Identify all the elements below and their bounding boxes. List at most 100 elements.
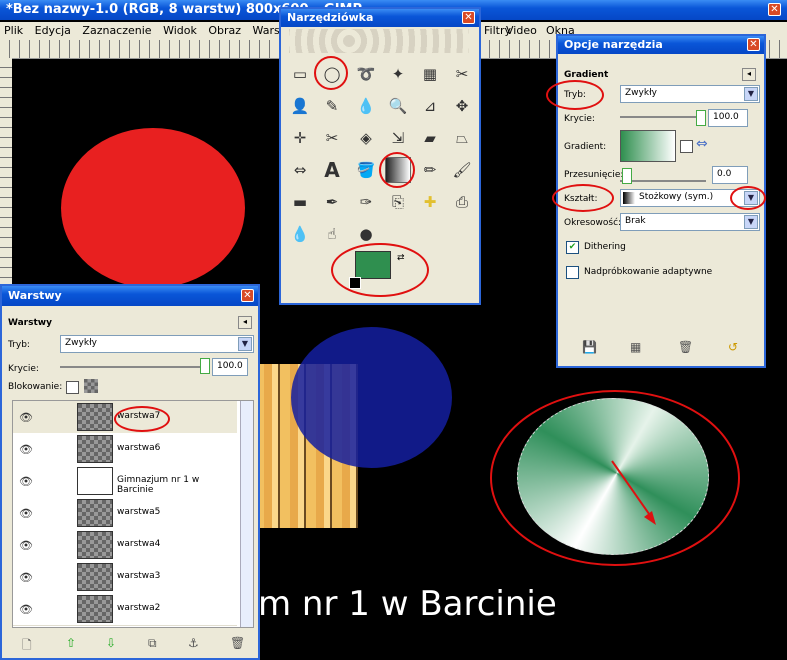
eye-icon[interactable]: 👁 <box>19 443 33 456</box>
offset-slider[interactable] <box>620 180 706 182</box>
rect-select-icon[interactable]: ▭ <box>287 61 313 87</box>
ink-icon[interactable]: ✑ <box>353 189 379 215</box>
delete-layer-icon[interactable]: 🗑 <box>230 636 245 650</box>
eye-icon[interactable]: 👁 <box>19 507 33 520</box>
text-tool-icon[interactable]: A <box>319 157 345 183</box>
highlight-gradient-tool <box>379 152 415 188</box>
eye-icon[interactable]: 👁 <box>19 571 33 584</box>
close-icon[interactable]: ✕ <box>462 11 475 24</box>
eraser-icon[interactable]: ▬ <box>287 189 313 215</box>
layer-thumbnail <box>77 499 113 527</box>
menu-obraz[interactable]: Obraz <box>204 22 245 39</box>
repeat-select[interactable]: Brak ▼ <box>620 213 760 231</box>
perspective-clone-icon[interactable]: ⎙ <box>449 189 475 215</box>
toolbox-title-bar: Narzędziówka ✕ <box>281 9 479 27</box>
foreground-select-icon[interactable]: 👤 <box>287 93 313 119</box>
paintbrush-icon[interactable]: 🖌 <box>449 157 475 183</box>
align-icon[interactable]: ✛ <box>287 125 313 151</box>
layer-row[interactable]: 👁 warstwa3 <box>13 561 237 594</box>
chevron-down-icon[interactable]: ▼ <box>744 87 758 101</box>
layers-menu-icon[interactable]: ◂ <box>238 316 252 329</box>
duplicate-layer-icon[interactable]: ⧉ <box>148 636 157 651</box>
restore-options-icon[interactable]: ▦ <box>630 340 641 354</box>
layer-row[interactable]: 👁 warstwa2 <box>13 593 237 626</box>
layers-opacity-handle[interactable] <box>200 358 210 374</box>
flip-icon[interactable]: ⇔ <box>287 157 313 183</box>
blur-icon[interactable]: 💧 <box>287 221 313 247</box>
highlight-shape-dropdown <box>730 186 766 210</box>
menu-plik[interactable]: Plik <box>0 22 27 39</box>
chevron-down-icon[interactable]: ▼ <box>744 215 758 229</box>
eye-icon[interactable]: 👁 <box>19 411 33 424</box>
menu-zaznaczenie[interactable]: Zaznaczenie <box>78 22 155 39</box>
offset-slider-handle[interactable] <box>622 168 632 184</box>
menu-video[interactable]: Video <box>502 22 541 39</box>
scissors-icon[interactable]: ✂ <box>449 61 475 87</box>
fuzzy-select-icon[interactable]: ✦ <box>385 61 411 87</box>
dithering-label: Dithering <box>584 242 626 252</box>
measure-icon[interactable]: ⊿ <box>417 93 443 119</box>
heal-icon[interactable]: ✚ <box>417 189 443 215</box>
offset-input[interactable]: 0.0 <box>712 166 748 184</box>
dithering-checkbox[interactable]: ✔ <box>566 241 579 254</box>
layers-opacity-input[interactable]: 100.0 <box>212 358 248 376</box>
lower-layer-icon[interactable]: ⇩ <box>106 636 116 650</box>
zoom-icon[interactable]: 🔍 <box>385 93 411 119</box>
close-icon[interactable]: ✕ <box>768 3 781 16</box>
crop-icon[interactable]: ✂ <box>319 125 345 151</box>
chevron-down-icon[interactable]: ▼ <box>238 337 252 351</box>
lock-alpha-icon[interactable] <box>84 379 98 393</box>
opacity-label: Krycie: <box>564 114 595 124</box>
options-menu-icon[interactable]: ◂ <box>742 68 756 81</box>
color-select-icon[interactable]: ▦ <box>417 61 443 87</box>
reverse-gradient-checkbox[interactable] <box>680 140 693 153</box>
eye-icon[interactable]: 👁 <box>19 539 33 552</box>
layers-mode-select[interactable]: Zwykły ▼ <box>60 335 254 353</box>
layer-name: warstwa3 <box>117 571 161 581</box>
anchor-layer-icon[interactable]: ⚓ <box>188 636 199 650</box>
layers-scrollbar[interactable] <box>240 401 253 627</box>
mode-value: Zwykły <box>625 88 657 98</box>
layer-row[interactable]: 👁 warstwa6 <box>13 433 237 466</box>
layers-title-bar: Warstwy ✕ <box>2 286 258 306</box>
raise-layer-icon[interactable]: ⇧ <box>66 636 76 650</box>
layer-row[interactable]: 👁 warstwa4 <box>13 529 237 562</box>
mode-select[interactable]: Zwykły ▼ <box>620 85 760 103</box>
eye-icon[interactable]: 👁 <box>19 475 33 488</box>
reverse-arrows-icon[interactable]: ⇔ <box>696 136 708 152</box>
shear-icon[interactable]: ▰ <box>417 125 443 151</box>
offset-label: Przesunięcie: <box>564 170 624 180</box>
wilber-drop-area[interactable] <box>289 29 469 53</box>
layers-opacity-slider[interactable] <box>60 366 204 368</box>
delete-options-icon[interactable]: 🗑 <box>678 340 693 354</box>
bucket-fill-icon[interactable]: 🪣 <box>353 157 379 183</box>
lock-pixels-checkbox[interactable] <box>66 381 79 394</box>
move-icon[interactable]: ✥ <box>449 93 475 119</box>
eye-icon[interactable]: 👁 <box>19 603 33 616</box>
close-icon[interactable]: ✕ <box>747 38 760 51</box>
menu-widok[interactable]: Widok <box>159 22 201 39</box>
clone-icon[interactable]: ⎘ <box>385 189 411 215</box>
opacity-input[interactable]: 100.0 <box>708 109 748 127</box>
perspective-icon[interactable]: ⏢ <box>449 125 475 151</box>
layer-row[interactable]: 👁 Gimnazjum nr 1 w Barcinie <box>13 465 237 498</box>
opacity-slider[interactable] <box>620 116 700 118</box>
opacity-slider-handle[interactable] <box>696 110 706 126</box>
menu-edycja[interactable]: Edycja <box>31 22 75 39</box>
airbrush-icon[interactable]: ✒ <box>319 189 345 215</box>
rotate-icon[interactable]: ◈ <box>353 125 379 151</box>
reset-options-icon[interactable]: ↺ <box>728 340 738 354</box>
scale-icon[interactable]: ⇲ <box>385 125 411 151</box>
color-picker-icon[interactable]: 💧 <box>353 93 379 119</box>
paths-icon[interactable]: ✎ <box>319 93 345 119</box>
close-icon[interactable]: ✕ <box>241 289 254 302</box>
smudge-icon[interactable]: ☝ <box>319 221 345 247</box>
layer-row[interactable]: 👁 warstwa5 <box>13 497 237 530</box>
layer-thumbnail <box>77 595 113 623</box>
pencil-icon[interactable]: ✏ <box>417 157 443 183</box>
gradient-preview[interactable] <box>620 130 676 162</box>
adaptive-checkbox[interactable] <box>566 266 579 279</box>
save-options-icon[interactable]: 💾 <box>582 340 597 354</box>
new-layer-icon[interactable]: 🗋 <box>22 636 32 657</box>
lasso-icon[interactable]: ➰ <box>353 61 379 87</box>
